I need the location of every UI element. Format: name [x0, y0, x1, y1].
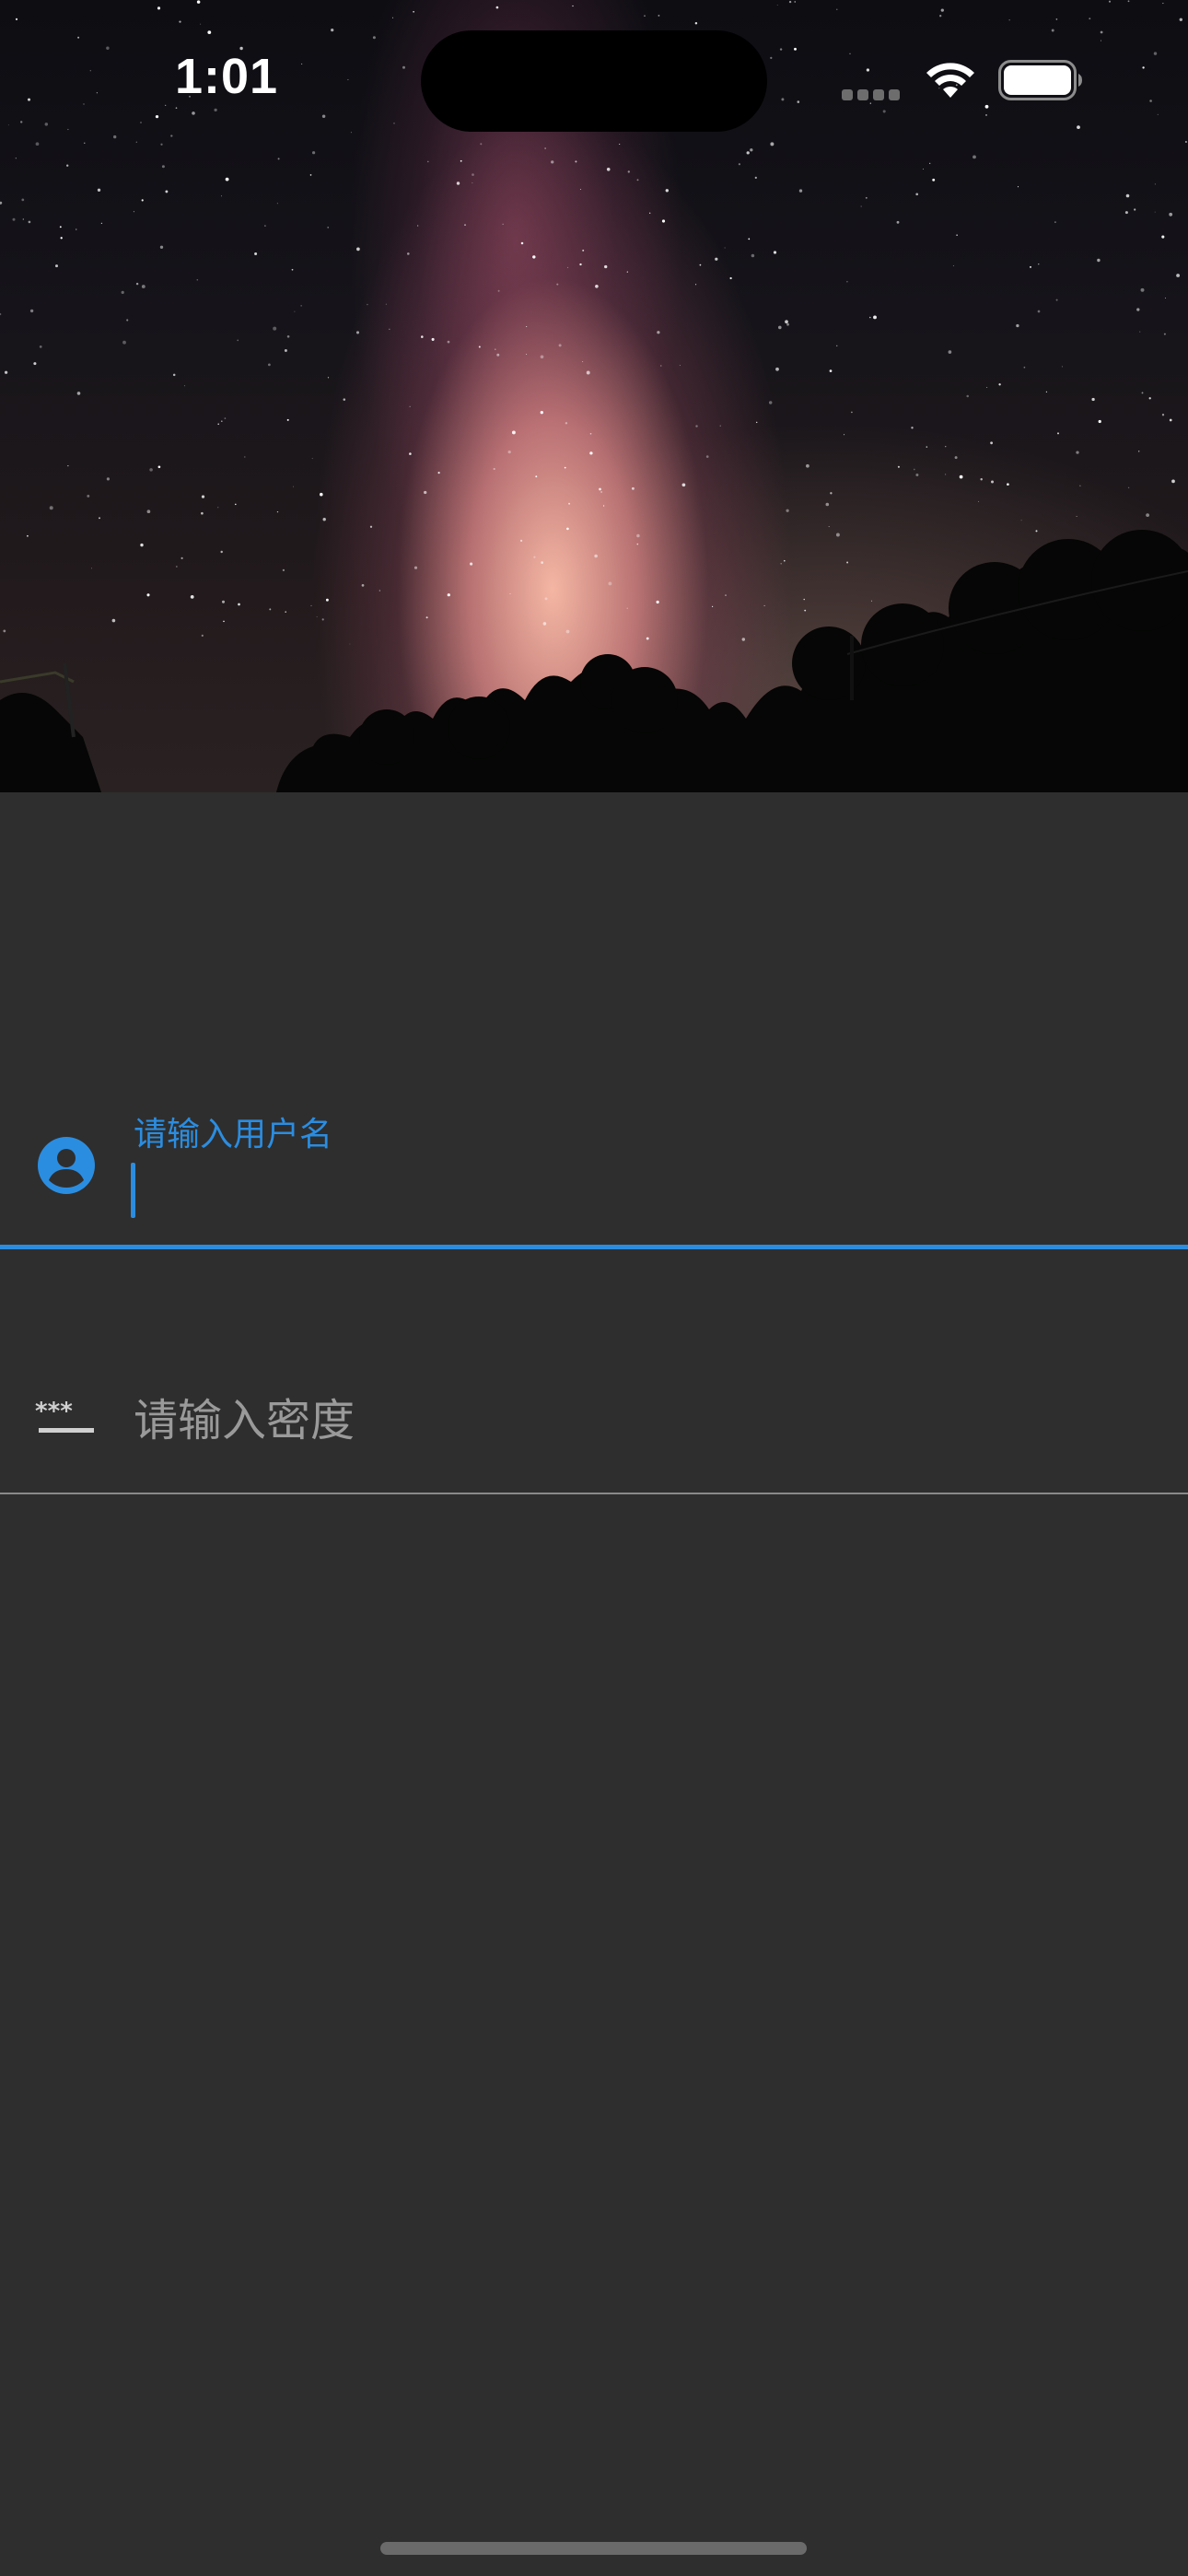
- text-cursor: [131, 1163, 135, 1218]
- svg-text:***: ***: [35, 1399, 73, 1425]
- password-icon: ***: [35, 1399, 94, 1433]
- password-field[interactable]: *** 请输入密度: [0, 1336, 1188, 1494]
- username-field[interactable]: 请输入用户名: [0, 1096, 1188, 1249]
- password-underline: [0, 1493, 1188, 1494]
- wifi-icon: [926, 63, 974, 98]
- home-indicator[interactable]: [380, 2542, 807, 2555]
- dynamic-island: [421, 30, 767, 132]
- password-placeholder: 请输入密度: [134, 1395, 355, 1446]
- status-time: 1:01: [175, 49, 279, 104]
- battery-icon: [998, 60, 1082, 100]
- username-label: 请输入用户名: [134, 1116, 333, 1153]
- cellular-signal-icon: [842, 87, 906, 100]
- account-circle-icon: [38, 1137, 95, 1194]
- login-screen: 1:01 请输入用户名 *** 请输入密度: [0, 0, 1188, 2576]
- username-underline: [0, 1245, 1188, 1249]
